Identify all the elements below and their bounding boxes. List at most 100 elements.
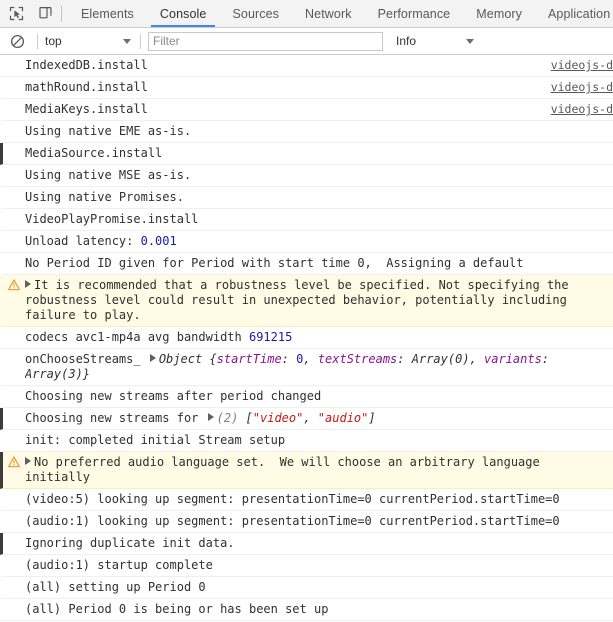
devtools-tabbar: Elements Console Sources Network Perform…: [0, 0, 613, 28]
console-message-text: No Period ID given for Period with start…: [25, 256, 524, 270]
message-gutter: [3, 330, 25, 331]
message-gutter: [3, 256, 25, 257]
message-gutter: [3, 168, 25, 169]
message-gutter: [3, 536, 25, 537]
expand-arrow-icon[interactable]: [25, 280, 31, 288]
message-gutter: [3, 212, 25, 213]
message-gutter: [3, 58, 25, 59]
chevron-down-icon: [466, 38, 474, 44]
console-message[interactable]: MediaSource.install: [0, 143, 613, 165]
console-message-text: (video:5) looking up segment: presentati…: [25, 492, 560, 506]
source-link[interactable]: videojs-d: [551, 102, 613, 117]
console-message-text: onChooseStreams_ Object {startTime: 0, t…: [25, 352, 557, 381]
device-toolbar-icon[interactable]: [35, 4, 55, 24]
tab-elements[interactable]: Elements: [68, 0, 147, 27]
console-message-list[interactable]: IndexedDB.install videojs-d mathRound.inst…: [0, 55, 613, 622]
tab-application[interactable]: Application: [535, 0, 613, 27]
filterbar-divider-1: [37, 33, 38, 49]
console-message-text: VideoPlayPromise.install: [25, 212, 199, 226]
console-message[interactable]: codecs avc1-mp4a avg bandwidth 691215: [0, 327, 613, 349]
filterbar-divider-2: [140, 33, 141, 49]
log-level-value: Info: [396, 34, 417, 48]
console-message-text: Using native EME as-is.: [25, 124, 192, 138]
clear-console-icon[interactable]: [6, 30, 28, 52]
console-message[interactable]: init: completed initial Stream setup: [0, 430, 613, 452]
console-message-text: Unload latency: 0.001: [25, 234, 177, 248]
numeric-value: 0.001: [140, 234, 177, 248]
message-gutter: [3, 580, 25, 581]
console-message[interactable]: Ignoring duplicate init data.: [0, 533, 613, 555]
inspect-element-icon[interactable]: [6, 4, 26, 24]
source-link[interactable]: videojs-d: [551, 80, 613, 95]
console-message-text: Using native Promises.: [25, 190, 184, 204]
numeric-value: 691215: [248, 330, 293, 344]
message-gutter: [3, 146, 25, 147]
console-message[interactable]: No preferred audio language set. We will…: [0, 452, 613, 489]
console-message[interactable]: (audio:1) looking up segment: presentati…: [0, 511, 613, 533]
console-message-text: Choosing new streams after period change…: [25, 389, 322, 403]
console-message-text: No preferred audio language set. We will…: [25, 455, 547, 484]
tab-label: Network: [305, 6, 352, 21]
message-gutter: [3, 492, 25, 493]
console-message[interactable]: IndexedDB.install videojs-d: [0, 55, 613, 77]
console-message[interactable]: (all) setting up Period 0: [0, 577, 613, 599]
tab-memory[interactable]: Memory: [463, 0, 535, 27]
warning-triangle-icon: [3, 455, 25, 468]
console-message-text: It is recommended that a robustness leve…: [25, 278, 576, 322]
tab-label: Application: [548, 6, 611, 21]
message-gutter: [3, 389, 25, 390]
toolbar-icon-group: [0, 0, 59, 27]
message-gutter: [3, 433, 25, 434]
tab-performance[interactable]: Performance: [365, 0, 464, 27]
chevron-down-icon: [123, 38, 131, 44]
console-message-text: (all) setting up Period 0: [25, 580, 206, 594]
console-message[interactable]: onChooseStreams_ Object {startTime: 0, t…: [0, 349, 613, 386]
console-message[interactable]: VideoPlayPromise.install: [0, 209, 613, 231]
toolbar-divider: [61, 5, 62, 22]
devtools-window: Elements Console Sources Network Perform…: [0, 0, 613, 622]
tab-console[interactable]: Console: [147, 0, 220, 27]
panel-tabs: Elements Console Sources Network Perform…: [68, 0, 613, 27]
console-message-text: Using native MSE as-is.: [25, 168, 192, 182]
message-gutter: [3, 124, 25, 125]
console-message-text: MediaKeys.install: [25, 102, 148, 116]
tab-label: Sources: [232, 6, 280, 21]
console-message[interactable]: (all) Period 0 is being or has been set …: [0, 599, 613, 621]
console-message[interactable]: It is recommended that a robustness leve…: [0, 275, 613, 327]
source-link[interactable]: videojs-d: [551, 58, 613, 73]
console-message-text: mathRound.install: [25, 80, 148, 94]
console-message[interactable]: No Period ID given for Period with start…: [0, 253, 613, 275]
console-message[interactable]: MediaKeys.install videojs-d: [0, 99, 613, 121]
console-message[interactable]: Choosing new streams for (2) ["video", "…: [0, 408, 613, 430]
console-message[interactable]: Unload latency: 0.001: [0, 231, 613, 253]
message-gutter: [3, 234, 25, 235]
filter-input[interactable]: [148, 31, 383, 51]
console-message-text: (audio:1) looking up segment: presentati…: [25, 514, 560, 528]
console-message[interactable]: Using native EME as-is.: [0, 121, 613, 143]
message-gutter: [3, 558, 25, 559]
execution-context-selector[interactable]: top: [45, 34, 133, 48]
warning-triangle-icon: [3, 278, 25, 291]
console-message[interactable]: Using native Promises.: [0, 187, 613, 209]
tab-label: Elements: [81, 6, 134, 21]
message-gutter: [3, 352, 25, 353]
expand-arrow-icon[interactable]: [207, 413, 214, 421]
expand-arrow-icon[interactable]: [25, 457, 31, 465]
tab-network[interactable]: Network: [292, 0, 365, 27]
console-message-text: Ignoring duplicate init data.: [25, 536, 235, 550]
log-level-selector[interactable]: Info: [396, 34, 474, 48]
console-message[interactable]: (audio:1) startup complete: [0, 555, 613, 577]
expand-arrow-icon[interactable]: [149, 354, 156, 362]
execution-context-value: top: [45, 34, 62, 48]
tab-sources[interactable]: Sources: [219, 0, 292, 27]
console-message[interactable]: Choosing new streams after period change…: [0, 386, 613, 408]
message-gutter: [3, 602, 25, 603]
console-message-text: (all) Period 0 is being or has been set …: [25, 602, 329, 616]
console-message[interactable]: (video:5) looking up segment: presentati…: [0, 489, 613, 511]
console-message[interactable]: mathRound.install videojs-d: [0, 77, 613, 99]
console-message-text: codecs avc1-mp4a avg bandwidth 691215: [25, 330, 293, 344]
tab-label: Memory: [476, 6, 522, 21]
console-message[interactable]: Using native MSE as-is.: [0, 165, 613, 187]
tab-label: Performance: [377, 6, 451, 21]
console-filterbar: top Info: [0, 28, 613, 55]
